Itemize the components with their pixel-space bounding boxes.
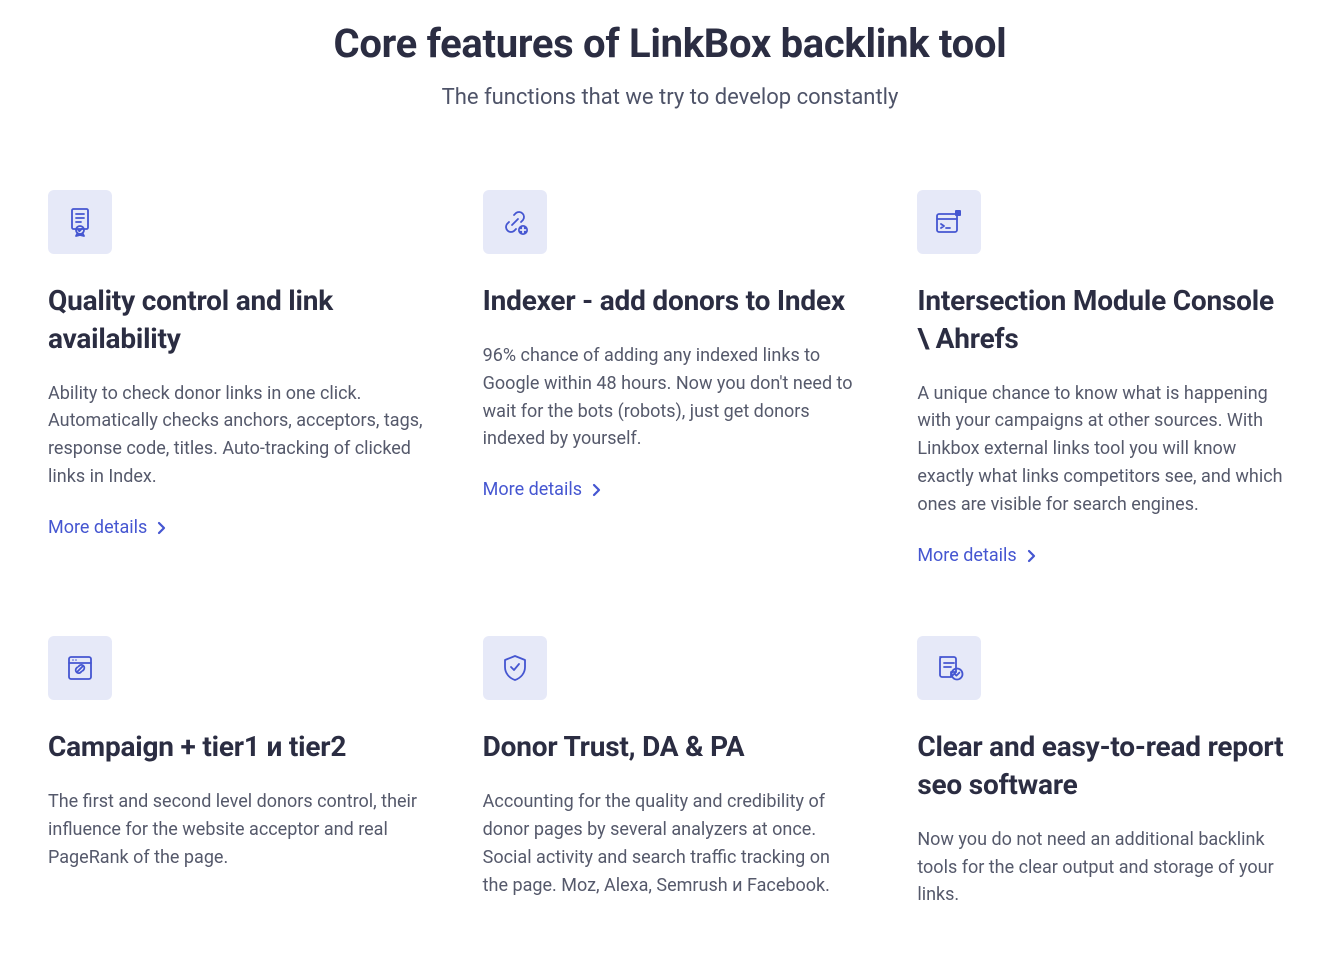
- console-window-icon: [917, 190, 981, 254]
- page-header: Core features of LinkBox backlink tool T…: [48, 20, 1292, 110]
- feature-campaign-tiers: Campaign + tier1 и tier2 The first and s…: [48, 636, 423, 935]
- feature-title: Campaign + tier1 и tier2: [48, 728, 423, 766]
- feature-indexer: Indexer - add donors to Index 96% chance…: [483, 190, 858, 566]
- more-details-label: More details: [48, 517, 147, 538]
- chevron-right-icon: [157, 521, 166, 535]
- feature-description: 96% chance of adding any indexed links t…: [483, 342, 858, 454]
- browser-link-icon: [48, 636, 112, 700]
- more-details-link[interactable]: More details: [917, 545, 1292, 566]
- feature-description: The first and second level donors contro…: [48, 788, 423, 872]
- page-title: Core features of LinkBox backlink tool: [48, 20, 1292, 67]
- feature-report-software: Clear and easy-to-read report seo softwa…: [917, 636, 1292, 935]
- link-plus-icon: [483, 190, 547, 254]
- feature-title: Donor Trust, DA & PA: [483, 728, 858, 766]
- more-details-label: More details: [917, 545, 1016, 566]
- report-check-icon: [917, 636, 981, 700]
- feature-description: A unique chance to know what is happenin…: [917, 380, 1292, 519]
- certificate-icon: [48, 190, 112, 254]
- feature-description: Accounting for the quality and credibili…: [483, 788, 858, 900]
- feature-description: Ability to check donor links in one clic…: [48, 380, 423, 492]
- more-details-link[interactable]: More details: [483, 479, 858, 500]
- chevron-right-icon: [592, 483, 601, 497]
- chevron-right-icon: [1027, 549, 1036, 563]
- shield-check-icon: [483, 636, 547, 700]
- page-subtitle: The functions that we try to develop con…: [48, 85, 1292, 110]
- feature-title: Quality control and link availability: [48, 282, 423, 358]
- feature-quality-control: Quality control and link availability Ab…: [48, 190, 423, 566]
- more-details-link[interactable]: More details: [48, 517, 423, 538]
- feature-title: Indexer - add donors to Index: [483, 282, 858, 320]
- feature-title: Intersection Module Console \ Ahrefs: [917, 282, 1292, 358]
- feature-donor-trust: Donor Trust, DA & PA Accounting for the …: [483, 636, 858, 935]
- feature-description: Now you do not need an additional backli…: [917, 826, 1292, 910]
- feature-title: Clear and easy-to-read report seo softwa…: [917, 728, 1292, 804]
- features-grid: Quality control and link availability Ab…: [48, 190, 1292, 935]
- more-details-label: More details: [483, 479, 582, 500]
- feature-intersection-module: Intersection Module Console \ Ahrefs A u…: [917, 190, 1292, 566]
